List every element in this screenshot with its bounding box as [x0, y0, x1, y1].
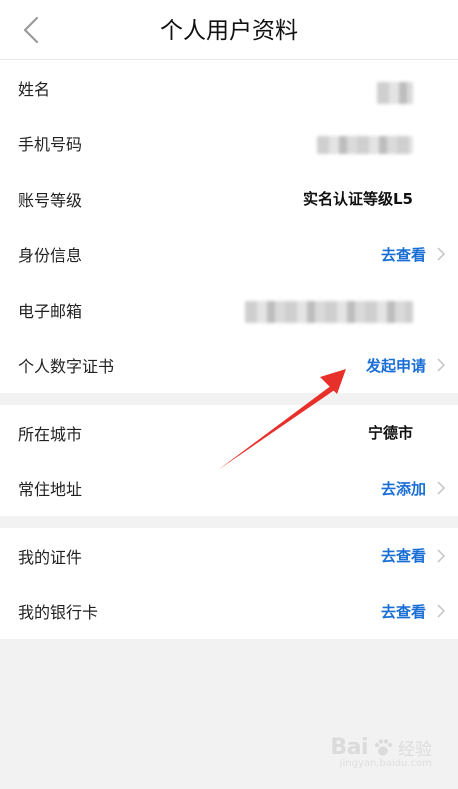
watermark-brand: Bai: [330, 735, 368, 760]
row-residence[interactable]: 常住地址 去添加: [0, 461, 458, 517]
chevron-right-icon: [437, 549, 446, 563]
chevron-right-icon: [437, 481, 446, 495]
certificates-label: 我的证件: [18, 547, 83, 567]
residence-label: 常住地址: [18, 480, 83, 500]
identity-label: 身份信息: [18, 246, 83, 266]
watermark-url: jingyan.baidu.com: [339, 758, 432, 769]
bankcards-view-link[interactable]: 去查看: [381, 601, 426, 622]
row-account-level: 账号等级 实名认证等级L5: [0, 171, 458, 227]
certificate-label: 个人数字证书: [18, 357, 115, 377]
level-label: 账号等级: [18, 190, 83, 210]
phone-value-redacted: [317, 136, 413, 155]
row-my-bankcards[interactable]: 我的银行卡 去查看: [0, 584, 458, 640]
profile-section: 姓名 手机号码 账号等级 实名认证等级L5 身份信息 去查看 电子邮箱 个人数字…: [0, 60, 458, 393]
address-section: 所在城市 宁德市 常住地址 去添加: [0, 405, 458, 516]
name-label: 姓名: [18, 79, 51, 99]
level-value: 实名认证等级L5: [303, 190, 413, 209]
city-label: 所在城市: [18, 424, 83, 444]
baidu-watermark: Bai 经验 jingyan.baidu.com: [330, 735, 432, 769]
certificate-apply-link[interactable]: 发起申请: [366, 355, 426, 376]
watermark-suffix: 经验: [398, 740, 432, 760]
paw-icon: [374, 738, 393, 755]
row-email: 电子邮箱: [0, 282, 458, 338]
row-identity[interactable]: 身份信息 去查看: [0, 227, 458, 283]
certificates-view-link[interactable]: 去查看: [381, 545, 426, 566]
identity-view-link[interactable]: 去查看: [381, 244, 426, 265]
row-phone: 手机号码: [0, 116, 458, 172]
name-value-redacted: [377, 81, 413, 104]
residence-add-link[interactable]: 去添加: [381, 478, 426, 499]
phone-label: 手机号码: [18, 135, 83, 155]
row-city: 所在城市 宁德市: [0, 405, 458, 461]
chevron-right-icon: [437, 604, 446, 618]
section-divider: [0, 516, 458, 528]
email-label: 电子邮箱: [18, 301, 83, 321]
page-title: 个人用户资料: [160, 18, 298, 44]
chevron-right-icon: [437, 358, 446, 372]
navigation-bar: 个人用户资料: [0, 0, 458, 60]
city-value: 宁德市: [367, 424, 413, 443]
bankcards-label: 我的银行卡: [18, 603, 99, 623]
chevron-right-icon: [437, 247, 446, 261]
row-digital-certificate[interactable]: 个人数字证书 发起申请: [0, 338, 458, 394]
row-my-certificates[interactable]: 我的证件 去查看: [0, 528, 458, 584]
documents-section: 我的证件 去查看 我的银行卡 去查看: [0, 528, 458, 639]
section-divider: [0, 393, 458, 405]
row-name: 姓名: [0, 60, 458, 116]
email-value-redacted: [245, 300, 413, 323]
